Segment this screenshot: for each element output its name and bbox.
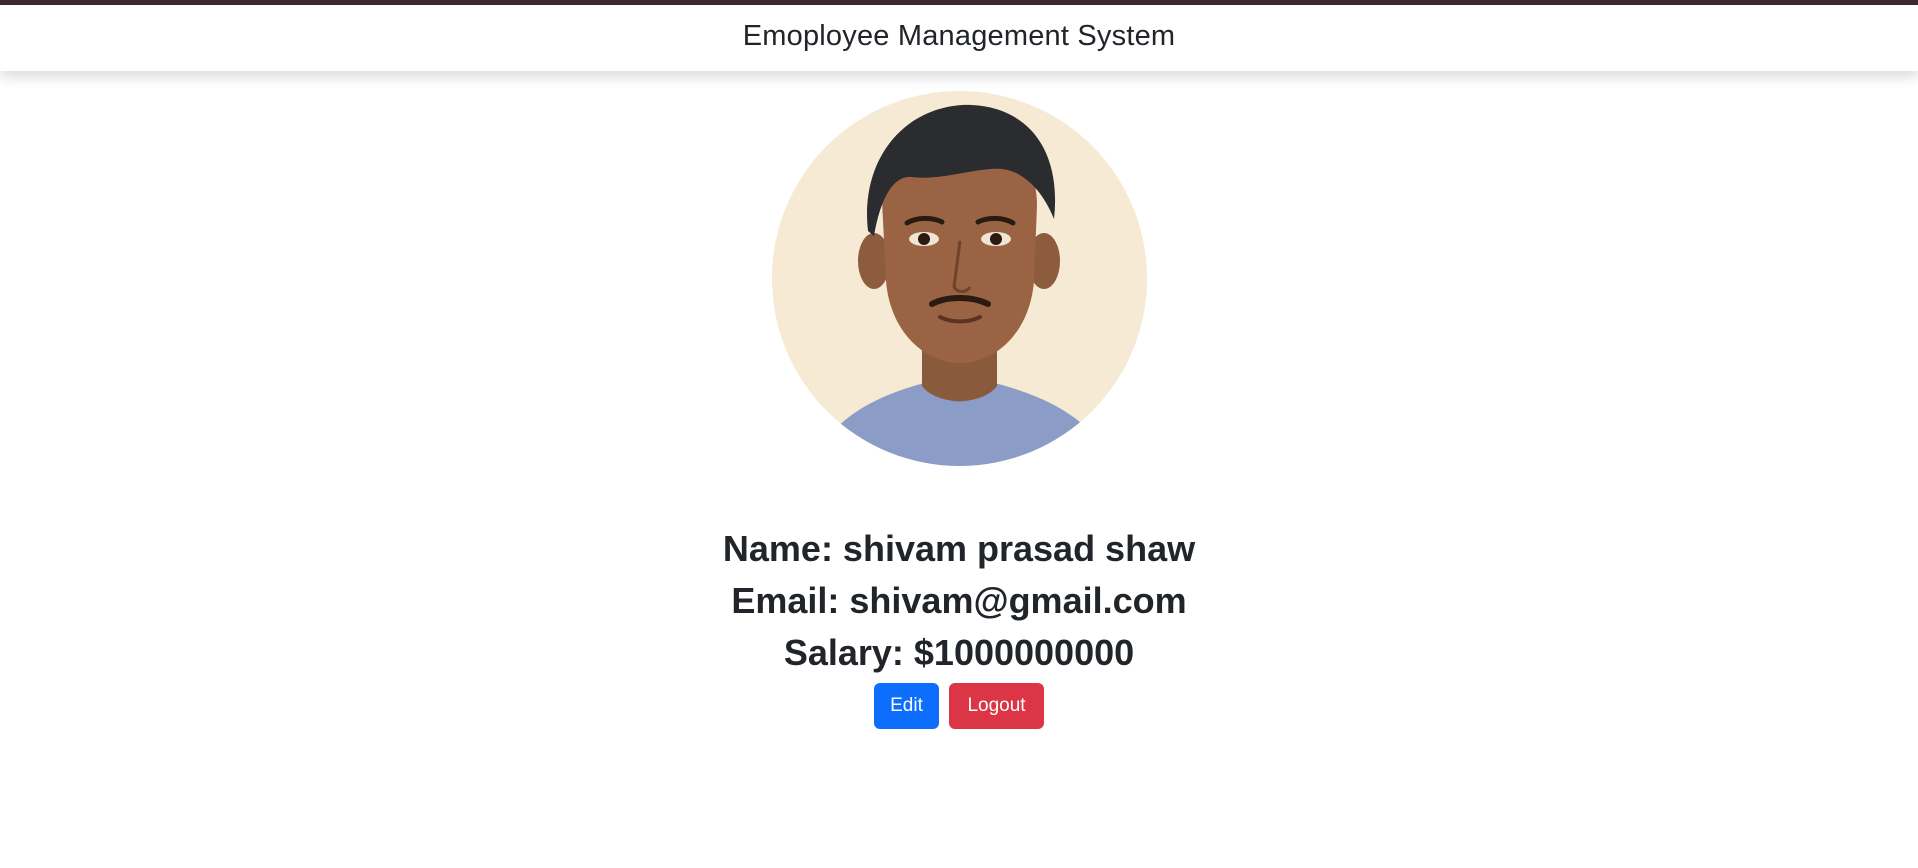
profile-photo-illustration — [772, 91, 1147, 466]
action-buttons: Edit Logout — [0, 683, 1918, 729]
app-title: Emoployee Management System — [742, 19, 1176, 52]
employee-email: Email: shivam@gmail.com — [731, 580, 1187, 621]
employee-name: Name: shivam prasad shaw — [722, 528, 1196, 569]
logout-button[interactable]: Logout — [949, 683, 1044, 729]
employee-salary: Salary: $1000000000 — [783, 632, 1135, 673]
navbar: Emoployee Management System — [0, 5, 1918, 71]
edit-button[interactable]: Edit — [874, 683, 939, 729]
profile-photo — [772, 91, 1147, 466]
